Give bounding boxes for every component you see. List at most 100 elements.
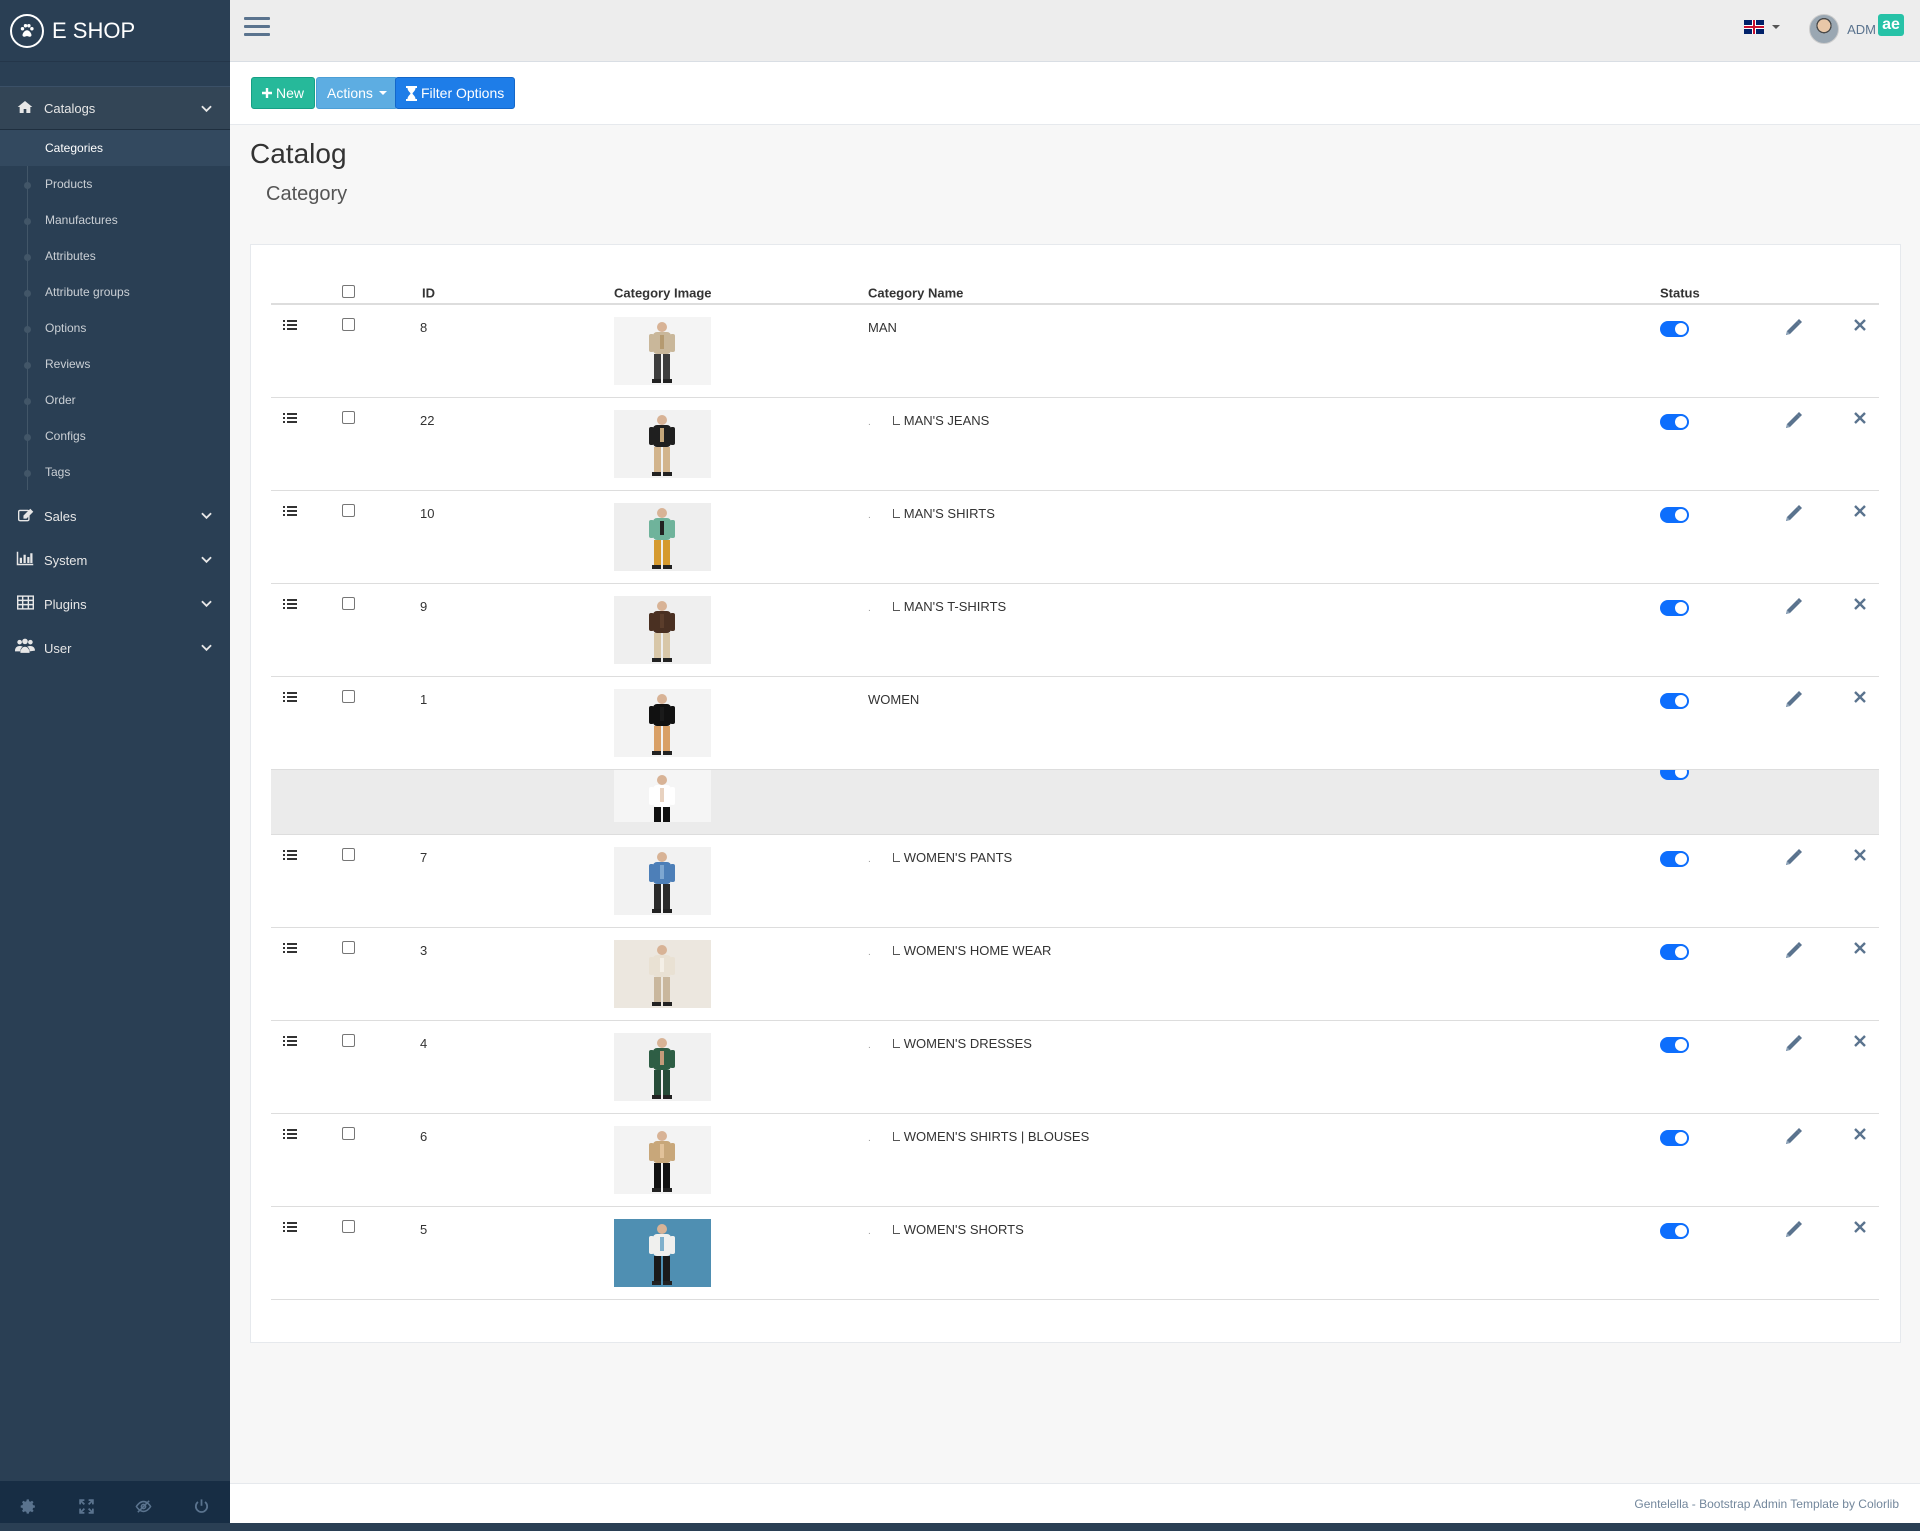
sidebar-item-order[interactable]: Order: [0, 382, 230, 418]
status-toggle[interactable]: [1660, 507, 1689, 526]
pencil-icon[interactable]: [1783, 597, 1803, 617]
drag-handle-icon[interactable]: [283, 1129, 297, 1139]
row-checkbox[interactable]: [342, 504, 355, 520]
sidebar-group-plugins[interactable]: Plugins: [0, 582, 230, 626]
status-toggle[interactable]: [1660, 600, 1689, 619]
drag-handle-icon[interactable]: [283, 692, 297, 702]
column-header-image[interactable]: Category Image: [614, 286, 712, 301]
sidebar-item-tags[interactable]: Tags: [0, 454, 230, 490]
status-toggle[interactable]: [1660, 414, 1689, 433]
row-checkbox[interactable]: [342, 848, 355, 864]
status-toggle[interactable]: [1660, 851, 1689, 870]
drag-handle-icon[interactable]: [283, 943, 297, 953]
row-checkbox[interactable]: [342, 690, 355, 706]
footer-credit[interactable]: Gentelella - Bootstrap Admin Template by…: [1634, 1497, 1899, 1511]
sidebar-item-attributes[interactable]: Attributes: [0, 238, 230, 274]
sidebar-item-reviews[interactable]: Reviews: [0, 346, 230, 382]
row-checkbox[interactable]: [342, 1127, 355, 1143]
drag-handle-icon[interactable]: [283, 413, 297, 423]
table-row[interactable]: 3. WOMEN'S HOME WEAR: [271, 928, 1879, 1021]
category-image[interactable]: [614, 847, 711, 915]
table-row[interactable]: 10. MAN'S SHIRTS: [271, 491, 1879, 584]
category-image[interactable]: [614, 317, 711, 385]
delete-icon[interactable]: [1853, 848, 1867, 862]
category-image[interactable]: [614, 1126, 711, 1194]
delete-icon[interactable]: [1853, 318, 1867, 332]
category-image[interactable]: [614, 503, 711, 571]
row-checkbox[interactable]: [342, 1220, 355, 1236]
pencil-icon[interactable]: [1783, 848, 1803, 868]
sidebar-item-options[interactable]: Options: [0, 310, 230, 346]
pencil-icon[interactable]: [1783, 1034, 1803, 1054]
pencil-icon[interactable]: [1783, 318, 1803, 338]
row-checkbox[interactable]: [342, 1034, 355, 1050]
row-checkbox[interactable]: [342, 941, 355, 957]
sidebar-item-manufactures[interactable]: Manufactures: [0, 202, 230, 238]
status-toggle[interactable]: [1660, 693, 1689, 712]
sidebar-item-categories[interactable]: Categories: [0, 130, 230, 166]
menu-toggle-icon[interactable]: [244, 17, 270, 41]
sidebar-item-products[interactable]: Products: [0, 166, 230, 202]
sidebar-group-user[interactable]: User: [0, 626, 230, 670]
row-checkbox[interactable]: [342, 597, 355, 613]
pencil-icon[interactable]: [1783, 1127, 1803, 1147]
drag-handle-icon[interactable]: [283, 1036, 297, 1046]
delete-icon[interactable]: [1853, 941, 1867, 955]
category-image[interactable]: [614, 410, 711, 478]
pencil-icon[interactable]: [1783, 941, 1803, 961]
actions-dropdown-button[interactable]: Actions: [316, 77, 398, 109]
new-button[interactable]: New: [251, 77, 316, 109]
column-header-id[interactable]: ID: [422, 286, 435, 301]
column-header-status[interactable]: Status: [1660, 286, 1700, 301]
brand[interactable]: E SHOP: [0, 0, 230, 62]
status-toggle[interactable]: [1660, 944, 1689, 963]
category-image[interactable]: [614, 1033, 711, 1101]
status-toggle[interactable]: [1660, 1130, 1689, 1149]
language-selector[interactable]: [1744, 20, 1780, 34]
status-toggle[interactable]: [1660, 321, 1689, 340]
sidebar-group-label: Catalogs: [44, 101, 96, 116]
table-body: 8 MAN 22. MAN'S JEANS 10. MAN'S SHIRTS 9. MAN'S…: [271, 305, 1879, 1300]
sidebar-group-system[interactable]: System: [0, 538, 230, 582]
row-checkbox[interactable]: [342, 318, 355, 334]
user-profile-menu[interactable]: ADM ae: [1809, 14, 1904, 44]
delete-icon[interactable]: [1853, 504, 1867, 518]
drag-handle-icon[interactable]: [283, 506, 297, 516]
pencil-icon[interactable]: [1783, 504, 1803, 524]
pencil-icon[interactable]: [1783, 411, 1803, 431]
status-toggle[interactable]: [1660, 1223, 1689, 1242]
delete-icon[interactable]: [1853, 1034, 1867, 1048]
sidebar-item-attribute-groups[interactable]: Attribute groups: [0, 274, 230, 310]
category-image[interactable]: [614, 596, 711, 664]
delete-icon[interactable]: [1853, 1127, 1867, 1141]
delete-icon[interactable]: [1853, 690, 1867, 704]
delete-icon[interactable]: [1853, 1220, 1867, 1234]
table-row[interactable]: 6. WOMEN'S SHIRTS | BLOUSES: [271, 1114, 1879, 1207]
sidebar-group-sales[interactable]: Sales: [0, 494, 230, 538]
category-image[interactable]: [614, 1219, 711, 1287]
table-row[interactable]: 5. WOMEN'S SHORTS: [271, 1207, 1879, 1300]
table-row[interactable]: 22. MAN'S JEANS: [271, 398, 1879, 491]
table-row[interactable]: 4. WOMEN'S DRESSES: [271, 1021, 1879, 1114]
table-row[interactable]: 8 MAN: [271, 305, 1879, 398]
delete-icon[interactable]: [1853, 597, 1867, 611]
table-row[interactable]: 1 WOMEN: [271, 677, 1879, 770]
delete-icon[interactable]: [1853, 411, 1867, 425]
pencil-icon[interactable]: [1783, 1220, 1803, 1240]
column-header-name[interactable]: Category Name: [868, 286, 963, 301]
sidebar-group-catalogs[interactable]: Catalogs: [0, 86, 230, 130]
select-all-checkbox[interactable]: [342, 285, 355, 301]
status-toggle[interactable]: [1660, 1037, 1689, 1056]
sidebar-item-configs[interactable]: Configs: [0, 418, 230, 454]
filter-options-button[interactable]: Filter Options: [395, 77, 516, 109]
drag-handle-icon[interactable]: [283, 1222, 297, 1232]
drag-handle-icon[interactable]: [283, 320, 297, 330]
table-row[interactable]: 9. MAN'S T-SHIRTS: [271, 584, 1879, 677]
category-image[interactable]: [614, 689, 711, 757]
row-checkbox[interactable]: [342, 411, 355, 427]
table-row[interactable]: 7. WOMEN'S PANTS: [271, 835, 1879, 928]
category-image[interactable]: [614, 940, 711, 1008]
drag-handle-icon[interactable]: [283, 599, 297, 609]
pencil-icon[interactable]: [1783, 690, 1803, 710]
drag-handle-icon[interactable]: [283, 850, 297, 860]
